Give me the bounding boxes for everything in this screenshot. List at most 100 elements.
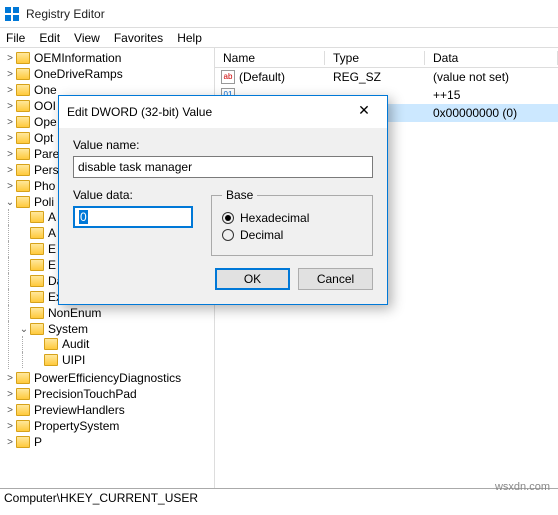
expand-icon[interactable]: > bbox=[4, 421, 16, 432]
cancel-button[interactable]: Cancel bbox=[298, 268, 373, 290]
folder-icon bbox=[30, 323, 44, 335]
folder-icon bbox=[16, 180, 30, 192]
col-name[interactable]: Name bbox=[215, 51, 325, 65]
folder-icon bbox=[16, 68, 30, 80]
expand-icon[interactable]: > bbox=[4, 69, 16, 80]
folder-icon bbox=[30, 259, 44, 271]
tree-item[interactable]: >PrecisionTouchPad bbox=[4, 387, 214, 401]
tree-label: Opt bbox=[34, 131, 53, 145]
watermark: wsxdn.com bbox=[495, 481, 550, 493]
window-title: Registry Editor bbox=[26, 7, 105, 21]
expand-icon[interactable]: > bbox=[4, 85, 16, 96]
tree-item[interactable]: UIPI bbox=[32, 353, 214, 367]
tree-label: OOI bbox=[34, 99, 56, 113]
folder-icon bbox=[16, 436, 30, 448]
tree-item[interactable]: NonEnum bbox=[18, 306, 214, 320]
expand-icon[interactable]: > bbox=[4, 133, 16, 144]
folder-icon bbox=[30, 243, 44, 255]
expand-icon[interactable]: > bbox=[4, 149, 16, 160]
tree-label: Poli bbox=[34, 195, 54, 209]
expand-icon[interactable]: > bbox=[4, 373, 16, 384]
close-icon[interactable]: ✕ bbox=[349, 102, 379, 122]
expand-icon[interactable]: ⌄ bbox=[18, 324, 30, 335]
folder-icon bbox=[30, 291, 44, 303]
folder-icon bbox=[16, 388, 30, 400]
folder-icon bbox=[44, 338, 58, 350]
expand-icon[interactable]: > bbox=[4, 165, 16, 176]
tree-label: Ope bbox=[34, 115, 57, 129]
tree-item[interactable]: ⌄ System bbox=[18, 322, 214, 336]
tree-label: Audit bbox=[62, 337, 89, 351]
tree-label: PreviewHandlers bbox=[34, 403, 125, 417]
expand-icon[interactable]: > bbox=[4, 405, 16, 416]
tree-item[interactable]: > PropertySystem bbox=[4, 419, 214, 433]
tree-item[interactable]: >P bbox=[4, 435, 214, 449]
list-header: Name Type Data bbox=[215, 48, 558, 68]
menu-favorites[interactable]: Favorites bbox=[114, 31, 163, 45]
list-row[interactable]: ab(Default)REG_SZ(value not set) bbox=[215, 68, 558, 86]
radio-hex[interactable]: Hexadecimal bbox=[222, 211, 362, 225]
menu-edit[interactable]: Edit bbox=[39, 31, 60, 45]
folder-icon bbox=[16, 148, 30, 160]
base-group: Base Hexadecimal Decimal bbox=[211, 188, 373, 256]
base-label: Base bbox=[222, 188, 257, 202]
tree-label: PowerEfficiencyDiagnostics bbox=[34, 371, 181, 385]
folder-icon bbox=[16, 196, 30, 208]
folder-icon bbox=[16, 84, 30, 96]
tree-label: PropertySystem bbox=[34, 419, 119, 433]
tree-label: P bbox=[34, 435, 42, 449]
expand-icon[interactable]: > bbox=[4, 101, 16, 112]
dialog-titlebar[interactable]: Edit DWORD (32-bit) Value ✕ bbox=[59, 96, 387, 128]
folder-icon bbox=[30, 227, 44, 239]
menu-file[interactable]: File bbox=[6, 31, 25, 45]
radio-icon bbox=[222, 229, 234, 241]
statusbar: Computer\HKEY_CURRENT_USER bbox=[0, 488, 558, 508]
col-data[interactable]: Data bbox=[425, 51, 558, 65]
radio-icon bbox=[222, 212, 234, 224]
tree-label: System bbox=[48, 322, 88, 336]
folder-icon bbox=[16, 420, 30, 432]
value-name-input[interactable] bbox=[73, 156, 373, 178]
tree-item[interactable]: > OneDriveRamps bbox=[4, 67, 214, 81]
folder-icon bbox=[16, 116, 30, 128]
edit-dword-dialog: Edit DWORD (32-bit) Value ✕ Value name: … bbox=[58, 95, 388, 305]
tree-label: UIPI bbox=[62, 353, 85, 367]
tree-label: Pare bbox=[34, 147, 59, 161]
radio-dec[interactable]: Decimal bbox=[222, 228, 362, 242]
expand-icon[interactable]: > bbox=[4, 117, 16, 128]
menu-view[interactable]: View bbox=[74, 31, 100, 45]
tree-item[interactable]: Audit bbox=[32, 337, 214, 351]
expand-icon[interactable]: > bbox=[4, 53, 16, 64]
value-data-label: Value data: bbox=[73, 188, 193, 202]
tree-label: OneDriveRamps bbox=[34, 67, 123, 81]
string-value-icon: ab bbox=[221, 70, 235, 84]
titlebar: Registry Editor bbox=[0, 0, 558, 28]
value-name-label: Value name: bbox=[73, 138, 373, 152]
tree-item[interactable]: > PreviewHandlers bbox=[4, 403, 214, 417]
expand-icon[interactable]: > bbox=[4, 389, 16, 400]
tree-label: One bbox=[34, 83, 57, 97]
menu-help[interactable]: Help bbox=[177, 31, 202, 45]
tree-label: E bbox=[48, 258, 56, 272]
folder-icon bbox=[16, 100, 30, 112]
tree-label: E bbox=[48, 242, 56, 256]
tree-label: Pers bbox=[34, 163, 59, 177]
folder-icon bbox=[30, 275, 44, 287]
folder-icon bbox=[16, 132, 30, 144]
folder-icon bbox=[30, 211, 44, 223]
tree-item[interactable]: > OEMInformation bbox=[4, 51, 214, 65]
tree-label: OEMInformation bbox=[34, 51, 121, 65]
regedit-icon bbox=[4, 6, 20, 22]
col-type[interactable]: Type bbox=[325, 51, 425, 65]
tree-label: A bbox=[48, 226, 56, 240]
ok-button[interactable]: OK bbox=[215, 268, 290, 290]
expand-icon[interactable]: > bbox=[4, 437, 16, 448]
expand-icon[interactable]: ⌄ bbox=[4, 197, 16, 208]
tree-label: Pho bbox=[34, 179, 55, 193]
expand-icon[interactable]: > bbox=[4, 181, 16, 192]
tree-item[interactable]: > PowerEfficiencyDiagnostics bbox=[4, 371, 214, 385]
value-data-input[interactable]: 0 bbox=[73, 206, 193, 228]
menubar: File Edit View Favorites Help bbox=[0, 28, 558, 48]
dialog-title: Edit DWORD (32-bit) Value bbox=[67, 105, 212, 119]
folder-icon bbox=[16, 52, 30, 64]
